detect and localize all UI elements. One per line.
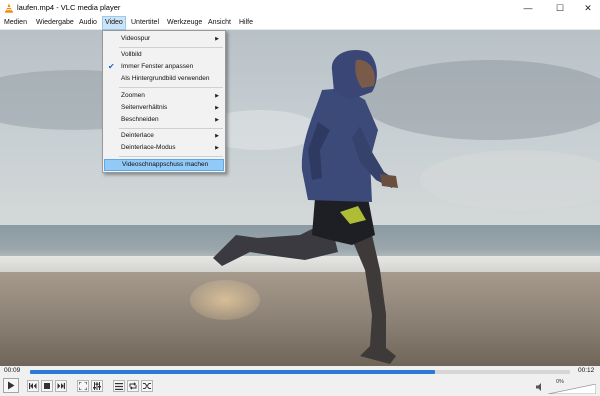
menu-item-label: Seitenverhältnis [121,104,168,111]
menu-item-beschneiden[interactable]: Beschneiden ▶ [104,114,224,126]
submenu-arrow-icon: ▶ [215,133,219,139]
menu-medien[interactable]: Medien [2,16,29,30]
vlc-logo-icon [5,3,13,13]
video-menu-dropdown: Videospur ▶ Vollbild ✔ Immer Fenster anp… [102,30,226,173]
menu-item-label: Videoschnappschuss machen [122,161,209,168]
playlist-icon [115,382,123,390]
menu-item-zoomen[interactable]: Zoomen ▶ [104,90,224,102]
speaker-icon[interactable] [535,382,545,392]
menu-item-immer-fenster-anpassen[interactable]: ✔ Immer Fenster anpassen [104,61,224,73]
extended-settings-icon [93,382,101,390]
menu-item-label: Deinterlace [121,132,154,139]
previous-button[interactable] [27,380,39,392]
player-controls: 00:09 00:12 0% [0,366,600,396]
menu-video[interactable]: Video [102,16,126,30]
maximize-button[interactable]: ☐ [546,0,574,16]
menu-separator [119,128,223,129]
checkmark-icon: ✔ [108,62,115,71]
menu-item-seitenverhaeltnis[interactable]: Seitenverhältnis ▶ [104,102,224,114]
menu-separator [119,47,223,48]
submenu-arrow-icon: ▶ [215,145,219,151]
video-display[interactable] [0,30,600,366]
menu-item-label: Immer Fenster anpassen [121,63,194,70]
minimize-button[interactable]: — [514,0,542,16]
menu-item-videospur[interactable]: Videospur ▶ [104,33,224,45]
menu-item-vollbild[interactable]: Vollbild [104,49,224,61]
menu-item-deinterlace[interactable]: Deinterlace ▶ [104,130,224,142]
menu-item-label: Deinterlace-Modus [121,144,176,151]
menu-separator [119,87,223,88]
menu-item-videoschnappschuss[interactable]: Videoschnappschuss machen [104,159,224,171]
seek-bar[interactable] [30,370,570,374]
menu-item-label: Als Hintergrundbild verwenden [121,75,210,82]
total-duration: 00:12 [578,367,595,374]
window-title: laufen.mp4 - VLC media player [17,3,121,12]
menu-wiedergabe[interactable]: Wiedergabe [34,16,76,30]
menu-item-label: Beschneiden [121,116,159,123]
shuffle-button[interactable] [141,380,153,392]
extended-settings-button[interactable] [91,380,103,392]
menu-item-als-hintergrundbild[interactable]: Als Hintergrundbild verwenden [104,73,224,85]
seek-bar-progress [30,370,435,374]
menu-ansicht[interactable]: Ansicht [206,16,233,30]
loop-button[interactable] [127,380,139,392]
menu-item-label: Zoomen [121,92,145,99]
menu-audio[interactable]: Audio [77,16,99,30]
stop-icon [44,383,50,389]
stop-button[interactable] [41,380,53,392]
menu-item-label: Vollbild [121,51,142,58]
elapsed-time: 00:09 [4,367,21,374]
menu-bar: Medien Wiedergabe Audio Video Untertitel… [0,16,600,30]
play-icon [8,381,15,390]
play-button[interactable] [3,378,19,393]
fullscreen-icon [79,382,87,390]
menu-untertitel[interactable]: Untertitel [129,16,161,30]
submenu-arrow-icon: ▶ [215,105,219,111]
next-button[interactable] [55,380,67,392]
menu-item-deinterlace-modus[interactable]: Deinterlace-Modus ▶ [104,142,224,154]
submenu-arrow-icon: ▶ [215,93,219,99]
minimize-icon: — [523,3,533,13]
submenu-arrow-icon: ▶ [215,36,219,42]
playlist-button[interactable] [113,380,125,392]
next-icon [57,383,65,389]
menu-werkzeuge[interactable]: Werkzeuge [165,16,204,30]
volume-slider[interactable] [548,384,596,394]
video-runner [213,50,398,364]
close-icon: ✕ [584,2,592,13]
menu-hilfe[interactable]: Hilfe [237,16,255,30]
maximize-icon: ☐ [555,2,565,13]
title-bar: laufen.mp4 - VLC media player — ☐ ✕ [0,0,600,16]
loop-icon [129,382,137,390]
close-button[interactable]: ✕ [574,0,600,16]
menu-separator [119,156,223,157]
menu-item-label: Videospur [121,35,151,42]
submenu-arrow-icon: ▶ [215,117,219,123]
shuffle-icon [143,383,151,389]
previous-icon [29,383,37,389]
fullscreen-button[interactable] [77,380,89,392]
